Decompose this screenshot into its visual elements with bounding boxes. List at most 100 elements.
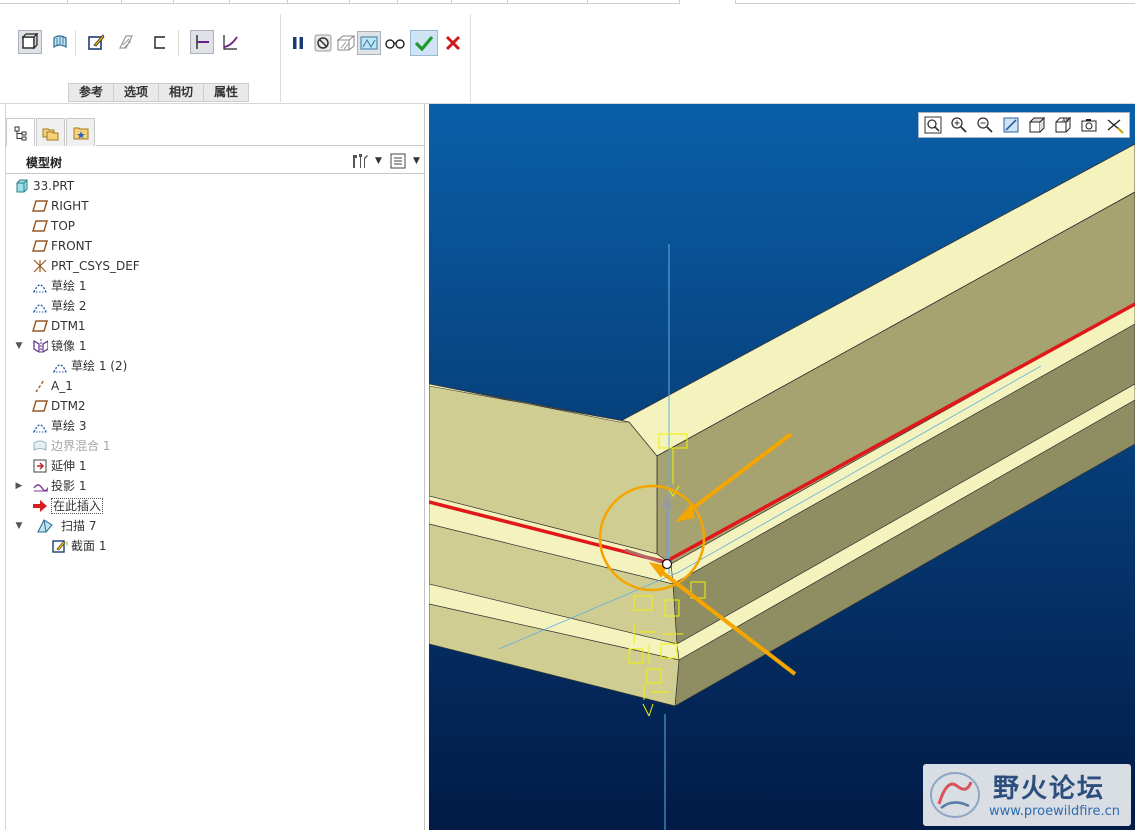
ribbon-tab[interactable]: [122, 0, 174, 4]
csys-icon: [32, 258, 48, 274]
repaint-button[interactable]: [999, 114, 1023, 136]
chevron-down-icon[interactable]: ▼: [375, 156, 383, 166]
divider: [75, 30, 76, 56]
ribbon-tab[interactable]: [68, 0, 122, 4]
tree-item[interactable]: DTM1: [6, 316, 424, 336]
tree-item[interactable]: 草绘 1: [6, 276, 424, 296]
divider: [96, 145, 424, 146]
cancel-button[interactable]: [441, 31, 465, 55]
sketch-edit-icon: [88, 34, 105, 50]
model-tree-toolbar: ▼ ▼: [349, 151, 421, 171]
tree-item[interactable]: 草绘 2: [6, 296, 424, 316]
svg-text:※: ※: [65, 540, 68, 548]
tab-folder-browser[interactable]: [36, 118, 65, 146]
constant-section-button[interactable]: [190, 30, 214, 54]
folders-icon: [42, 128, 58, 140]
model-tree: 33.PRT RIGHT TOP FRONT PRT_CSYS_DEF 草绘 1 草绘 2 D…: [6, 176, 424, 556]
tab-model-tree[interactable]: [6, 118, 35, 146]
tree-item[interactable]: TOP: [6, 216, 424, 236]
tree-item[interactable]: DTM2: [6, 396, 424, 416]
ok-button[interactable]: [410, 30, 438, 56]
ribbon-tab[interactable]: [350, 0, 398, 4]
tree-item[interactable]: 延伸 1: [6, 456, 424, 476]
tree-item[interactable]: ※截面 1: [6, 536, 424, 556]
start-point[interactable]: [661, 558, 673, 570]
divider: [470, 14, 471, 102]
chevron-down-icon[interactable]: ▼: [14, 521, 24, 531]
tab-properties[interactable]: 属性: [203, 83, 250, 102]
datum-plane-icon: [32, 318, 48, 334]
glasses-button[interactable]: [383, 31, 407, 55]
view-manager-button[interactable]: [1077, 114, 1101, 136]
tab-favorites[interactable]: [66, 118, 95, 146]
tab-tangency[interactable]: 相切: [158, 83, 204, 102]
tree-item[interactable]: FRONT: [6, 236, 424, 256]
ribbon-tab[interactable]: [398, 0, 452, 4]
repaint-icon: [1003, 117, 1019, 133]
model-tree-header: 模型树 ▼ ▼: [6, 148, 425, 174]
sketch-icon: [32, 278, 48, 294]
tree-item[interactable]: 在此插入: [6, 496, 424, 516]
variable-section-button[interactable]: [218, 30, 242, 54]
ribbon-tab[interactable]: [174, 0, 230, 4]
sketch-edit-button[interactable]: [84, 30, 108, 54]
thicken-button[interactable]: [114, 30, 138, 54]
tree-item[interactable]: 草绘 3: [6, 416, 424, 436]
tree-item[interactable]: ▶ 投影 1: [6, 476, 424, 496]
tab-references[interactable]: 参考: [68, 83, 114, 102]
ribbon-tab[interactable]: [0, 0, 68, 4]
variable-section-icon: [223, 35, 238, 50]
tree-item[interactable]: RIGHT: [6, 196, 424, 216]
refit-icon: [924, 116, 942, 134]
ribbon-tab[interactable]: [452, 0, 508, 4]
ribbon-tab[interactable]: [588, 0, 680, 4]
tree-settings-button[interactable]: [349, 151, 371, 171]
divider: [280, 14, 281, 102]
surface-button[interactable]: [48, 30, 72, 54]
tree-show-button[interactable]: [387, 151, 409, 171]
glasses-icon: [385, 39, 405, 49]
zoom-out-button[interactable]: [973, 114, 997, 136]
tree-item-label: 在此插入: [51, 498, 104, 514]
tree-item-label: TOP: [51, 219, 76, 233]
tab-options[interactable]: 选项: [113, 83, 159, 102]
tree-item[interactable]: PRT_CSYS_DEF: [6, 256, 424, 276]
tree-item[interactable]: 草绘 1 (2): [6, 356, 424, 376]
tools-icon: [353, 154, 368, 168]
thicken-icon: [119, 35, 133, 49]
refit-button[interactable]: [921, 114, 945, 136]
solid-button[interactable]: [18, 30, 42, 54]
display-style-button[interactable]: [1025, 114, 1049, 136]
graphics-viewport[interactable]: AB 野火论坛 www.proewildfire.cn: [429, 104, 1135, 830]
ribbon-tab[interactable]: [230, 0, 288, 4]
chevron-down-icon[interactable]: ▼: [413, 156, 421, 166]
pause-button[interactable]: [286, 31, 310, 55]
tree-item-label: 33.PRT: [33, 179, 75, 193]
zoom-in-icon: [951, 117, 967, 133]
model-scene[interactable]: [429, 104, 1135, 830]
no-preview-icon: [314, 34, 332, 52]
ribbon-tab[interactable]: [288, 0, 350, 4]
datum-display-button[interactable]: [1103, 114, 1127, 136]
chevron-down-icon[interactable]: ▼: [14, 341, 24, 351]
zoom-in-button[interactable]: [947, 114, 971, 136]
ribbon-tab[interactable]: [508, 0, 588, 4]
mirror-icon: [32, 338, 48, 354]
tree-item[interactable]: 33.PRT: [6, 176, 424, 196]
sketch-icon: [32, 298, 48, 314]
verify-button[interactable]: [357, 31, 381, 55]
tree-item-label: 草绘 1 (2): [71, 359, 128, 373]
tree-item[interactable]: ▼ 扫描 7: [6, 516, 424, 536]
sketch-icon: [32, 418, 48, 434]
model-tree-title: 模型树: [26, 156, 63, 170]
saved-views-button[interactable]: AB: [1051, 114, 1075, 136]
no-preview-button[interactable]: [311, 31, 335, 55]
tree-item[interactable]: 边界混合 1: [6, 436, 424, 456]
chevron-right-icon[interactable]: ▶: [14, 481, 24, 491]
tree-item-label: RIGHT: [51, 199, 89, 213]
tree-item[interactable]: ▼ 镜像 1: [6, 336, 424, 356]
tree-item[interactable]: A_1: [6, 376, 424, 396]
preview-button[interactable]: [334, 31, 358, 55]
thin-button[interactable]: [148, 30, 172, 54]
tree-item-label: 截面 1: [71, 539, 107, 553]
